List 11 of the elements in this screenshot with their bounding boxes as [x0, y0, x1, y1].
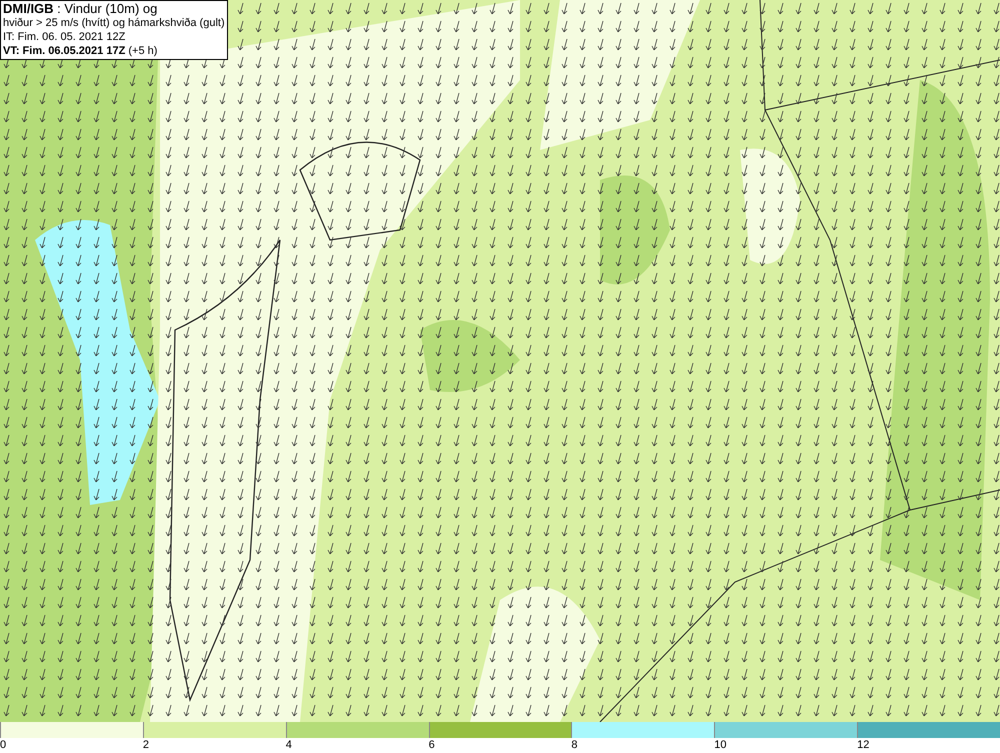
info-line: IT: Fim. 06. 05. 2021 12Z: [3, 30, 126, 44]
scale-label: 10: [714, 738, 727, 753]
scale-label: 8: [571, 738, 578, 753]
info-line: hviður > 25 m/s (hvítt) og hámarkshviða (gult): [3, 16, 225, 30]
info-line: VT: Fim. 06.05.2021 17Z (+5 h): [3, 44, 158, 58]
scale-label: 6: [428, 738, 435, 753]
scale-label: 4: [286, 738, 292, 753]
scale-label: 12: [857, 738, 870, 753]
info-line: DMI/IGB : Vindur (10m) og: [3, 2, 158, 16]
scale-label: 0: [0, 738, 6, 753]
scale-label: 2: [142, 738, 149, 753]
